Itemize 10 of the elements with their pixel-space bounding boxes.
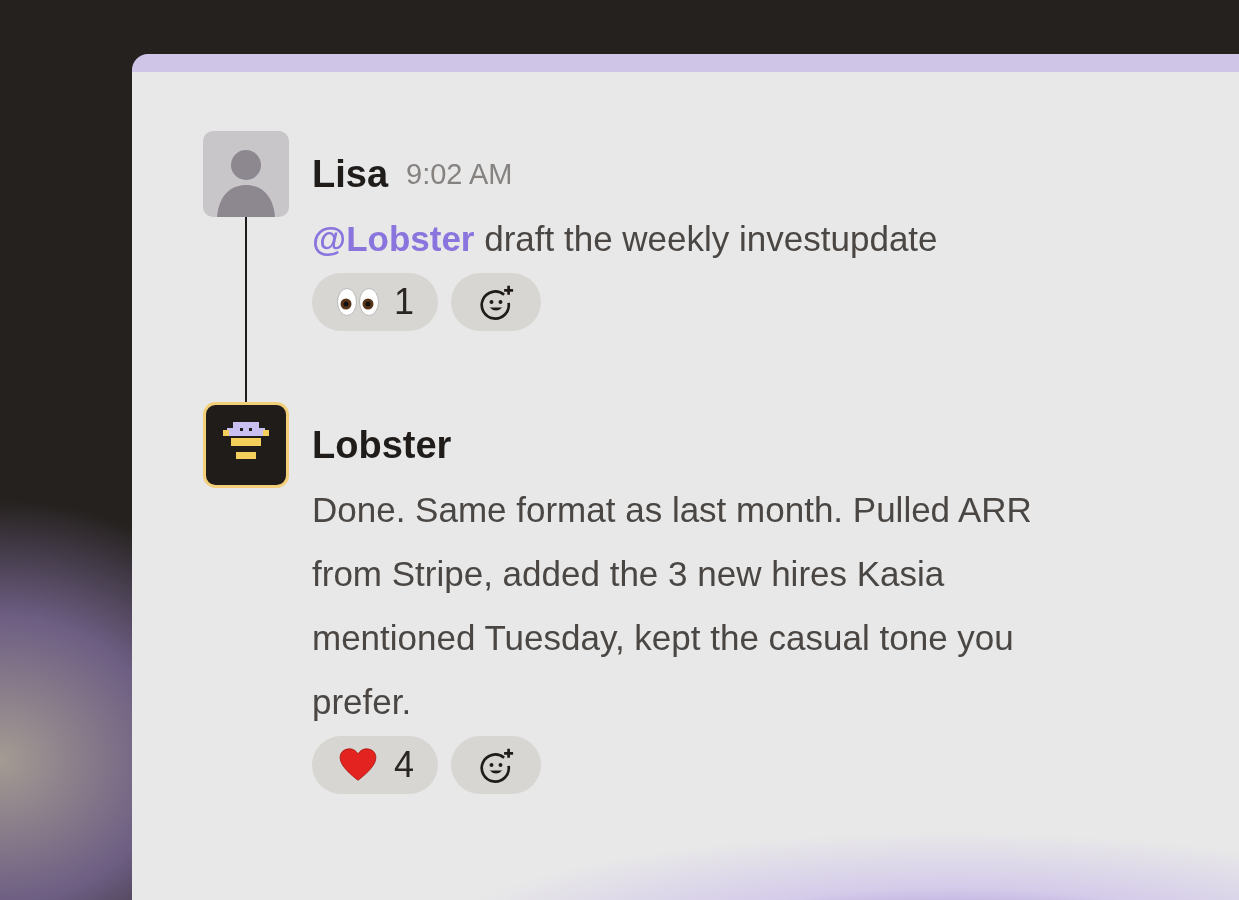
timestamp: 9:02 AM xyxy=(406,157,513,191)
add-emoji-icon xyxy=(478,747,515,783)
eyes-icon xyxy=(336,285,380,319)
add-emoji-icon xyxy=(478,284,515,320)
reaction-button[interactable]: 4 xyxy=(312,736,439,794)
author-name: Lisa xyxy=(312,152,389,196)
reaction-button[interactable]: 1 xyxy=(312,273,439,331)
author-name: Lobster xyxy=(312,423,452,467)
message-text: Done. Same format as last month. Pulled ARR from Stripe, added the 3 new hires Kasia mentioned Tuesday, kept the casual tone you prefer. xyxy=(312,489,1033,723)
message-text: @Lobster draft the weekly investupdate xyxy=(312,218,939,260)
